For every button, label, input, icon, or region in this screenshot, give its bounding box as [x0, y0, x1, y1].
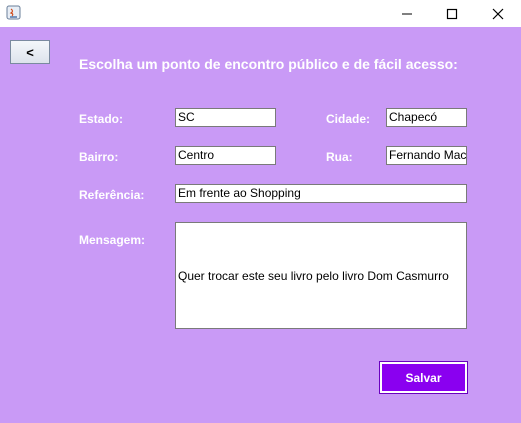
back-button[interactable]: < [10, 40, 50, 64]
close-button[interactable] [475, 0, 521, 27]
close-icon [492, 8, 504, 19]
referencia-label: Referência: [79, 188, 145, 202]
maximize-button[interactable] [429, 0, 475, 27]
form-panel: < Escolha um ponto de encontro público e… [0, 27, 521, 423]
bairro-field[interactable]: Centro [175, 146, 276, 165]
estado-field[interactable]: SC [175, 108, 276, 127]
bairro-label: Bairro: [79, 150, 119, 164]
java-icon [6, 5, 21, 20]
minimize-button[interactable] [384, 0, 430, 27]
page-title: Escolha um ponto de encontro público e d… [79, 56, 458, 72]
minimize-icon [402, 13, 412, 14]
cidade-field[interactable]: Chapecó [386, 108, 467, 127]
save-button[interactable]: Salvar [379, 361, 468, 394]
estado-label: Estado: [79, 112, 124, 126]
mensagem-label: Mensagem: [79, 233, 146, 247]
mensagem-textarea[interactable]: Quer trocar este seu livro pelo livro Do… [175, 222, 467, 329]
cidade-label: Cidade: [326, 112, 371, 126]
rua-label: Rua: [326, 150, 353, 164]
title-bar [0, 0, 521, 27]
referencia-field[interactable]: Em frente ao Shopping [175, 184, 467, 203]
mensagem-text: Quer trocar este seu livro pelo livro Do… [178, 268, 449, 283]
maximize-icon [446, 8, 458, 19]
rua-field[interactable]: Fernando Mac [386, 146, 467, 165]
